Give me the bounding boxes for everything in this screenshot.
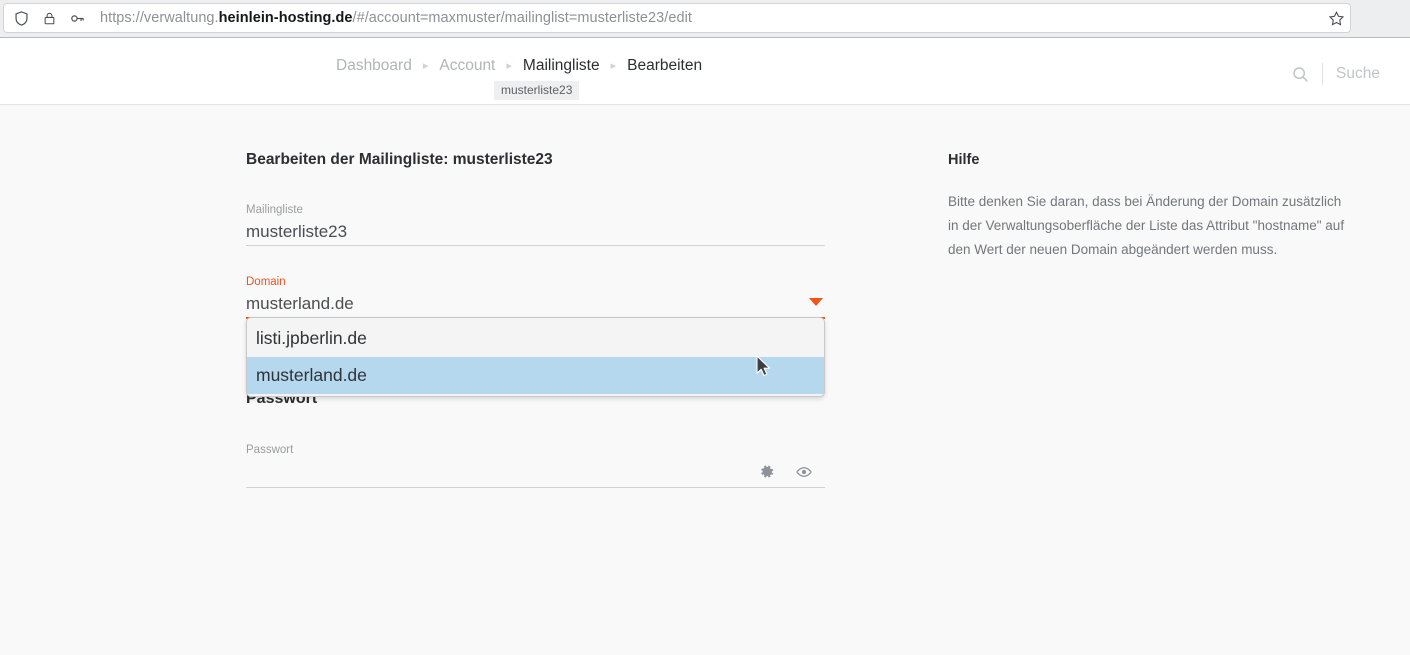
url-host: heinlein-hosting.de	[218, 10, 353, 26]
url-prefix: https://verwaltung.	[100, 10, 219, 26]
app-header: Dashboard ▸ Account ▸ Mailingliste ▸ Bea…	[0, 38, 1410, 105]
shield-icon[interactable]	[10, 7, 32, 29]
breadcrumb-separator-icon: ▸	[610, 59, 617, 72]
help-text: Bitte denken Sie daran, dass bei Änderun…	[948, 194, 1345, 257]
breadcrumb-item-account[interactable]: Account	[439, 57, 495, 75]
search-input[interactable]	[1336, 65, 1398, 83]
field-value-domain[interactable]: musterland.de	[246, 289, 354, 317]
chevron-down-icon[interactable]	[809, 298, 823, 306]
dropdown-option-musterland[interactable]: musterland.de	[247, 357, 824, 394]
key-icon[interactable]	[66, 7, 88, 29]
field-label-mailingliste: Mailingliste	[246, 204, 303, 216]
breadcrumb-separator-icon: ▸	[422, 59, 429, 72]
password-input-row[interactable]	[246, 457, 825, 487]
lock-icon[interactable]	[38, 7, 60, 29]
url-text[interactable]: https://verwaltung.heinlein-hosting.de/#…	[100, 10, 692, 26]
search-icon[interactable]	[1291, 65, 1310, 84]
search-divider	[1322, 63, 1323, 85]
breadcrumb: Dashboard ▸ Account ▸ Mailingliste ▸ Bea…	[336, 57, 702, 75]
field-label-passwort: Passwort	[246, 444, 294, 456]
page-body: Bearbeiten der Mailingliste: musterliste…	[0, 105, 1410, 655]
field-label-domain: Domain	[246, 276, 286, 288]
help-panel: Hilfe Bitte denken Sie daran, dass bei Ä…	[948, 152, 1348, 262]
field-value-mailingliste[interactable]: musterliste23	[246, 217, 825, 245]
eye-icon[interactable]	[795, 463, 813, 481]
field-mailingliste[interactable]: Mailingliste musterliste23	[246, 203, 825, 246]
page-title: Bearbeiten der Mailingliste: musterliste…	[246, 151, 553, 168]
domain-dropdown-list[interactable]: listi.jpberlin.de musterland.de	[246, 317, 825, 397]
breadcrumb-sublabel: musterliste23	[494, 81, 580, 100]
field-underline-mailingliste	[246, 245, 825, 246]
browser-toolbar: https://verwaltung.heinlein-hosting.de/#…	[0, 0, 1410, 38]
search-area	[1291, 60, 1398, 88]
dropdown-option-listi[interactable]: listi.jpberlin.de	[247, 320, 824, 357]
breadcrumb-item-dashboard[interactable]: Dashboard	[336, 57, 412, 75]
field-domain[interactable]: Domain musterland.de	[246, 275, 825, 319]
field-underline-passwort	[246, 487, 825, 488]
breadcrumb-separator-icon: ▸	[506, 59, 512, 72]
url-bar[interactable]: https://verwaltung.heinlein-hosting.de/#…	[3, 3, 1351, 33]
help-title: Hilfe	[948, 152, 980, 168]
url-suffix: /#/account=maxmuster/mailinglist=musterl…	[352, 10, 692, 26]
breadcrumb-item-bearbeiten[interactable]: Bearbeiten	[627, 57, 702, 75]
domain-select[interactable]: musterland.de	[246, 289, 825, 317]
field-passwort[interactable]: Passwort	[246, 443, 825, 488]
breadcrumb-item-mailingliste[interactable]: Mailingliste	[523, 57, 600, 75]
gear-icon[interactable]	[759, 464, 775, 480]
star-icon[interactable]	[1321, 3, 1351, 33]
